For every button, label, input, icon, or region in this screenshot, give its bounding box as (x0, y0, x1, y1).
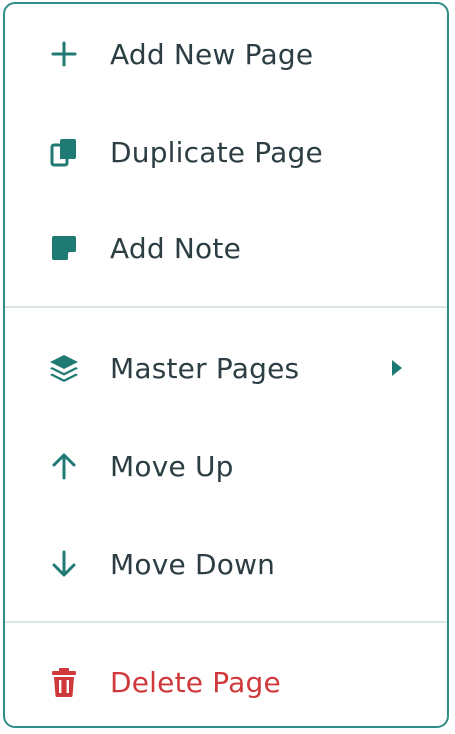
menu-item-label: Move Down (110, 547, 276, 581)
menu-item-move-up[interactable]: Move Up (5, 418, 447, 514)
menu-divider (5, 621, 447, 623)
menu-item-label: Move Up (110, 449, 234, 483)
menu-item-move-down[interactable]: Move Down (5, 516, 447, 612)
menu-item-add-new-page[interactable]: Add New Page (5, 6, 447, 102)
menu-item-duplicate-page[interactable]: Duplicate Page (5, 104, 447, 200)
layers-icon (47, 351, 81, 385)
trash-icon (47, 665, 81, 699)
context-menu: Add New Page Duplicate Page Add Note Mas… (3, 2, 449, 728)
menu-item-label: Master Pages (110, 351, 300, 385)
menu-item-label: Add Note (110, 231, 241, 265)
menu-item-label: Delete Page (110, 665, 281, 699)
duplicate-icon (47, 135, 81, 169)
plus-icon (47, 37, 81, 71)
note-icon (47, 231, 81, 265)
menu-item-label: Add New Page (110, 37, 314, 71)
menu-item-delete-page[interactable]: Delete Page (5, 634, 447, 726)
menu-divider (5, 306, 447, 308)
chevron-right-icon (389, 356, 405, 380)
arrow-down-icon (47, 547, 81, 581)
menu-item-add-note[interactable]: Add Note (5, 200, 447, 296)
menu-item-master-pages[interactable]: Master Pages (5, 320, 447, 416)
arrow-up-icon (47, 449, 81, 483)
menu-item-label: Duplicate Page (110, 135, 323, 169)
